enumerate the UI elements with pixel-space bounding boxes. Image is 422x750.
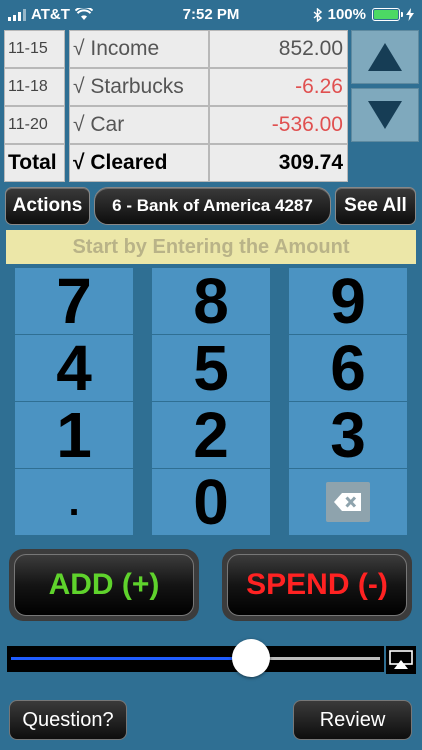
transactions-table: 11-15 √ Income 852.00 11-18 √ Starbucks … [4,30,348,182]
review-button[interactable]: Review [293,700,412,740]
slider-thumb[interactable] [231,639,270,677]
battery-percent: 100% [327,6,366,23]
volume-slider[interactable] [7,646,384,672]
transaction-description: √ Income [69,30,209,68]
status-bar: AT&T 7:52 PM 100% [0,0,422,30]
spend-button-label: SPEND (-) [227,554,407,616]
total-row: Total √ Cleared 309.74 [4,144,348,182]
key-2[interactable]: 2 [152,402,270,468]
total-label: Total [4,144,65,182]
add-button[interactable]: ADD (+) [9,549,199,621]
key-decimal[interactable]: . [15,469,133,535]
key-8[interactable]: 8 [152,268,270,334]
slider-track-filled [11,657,251,660]
arrow-up-icon [368,43,402,71]
total-description: √ Cleared [69,144,209,182]
transaction-row[interactable]: 11-15 √ Income 852.00 [4,30,348,68]
key-6[interactable]: 6 [289,335,407,401]
see-all-button[interactable]: See All [335,187,416,225]
transaction-description: √ Starbucks [69,68,209,106]
keypad: 7 8 9 4 5 6 1 2 3 . 0 [15,268,407,536]
transaction-date: 11-18 [4,68,65,106]
transaction-date: 11-15 [4,30,65,68]
airplay-icon [389,650,413,669]
question-button[interactable]: Question? [9,700,127,740]
slider-track-empty [250,657,380,660]
amount-prompt: Start by Entering the Amount [6,230,416,264]
transaction-amount: -6.26 [209,68,348,106]
key-7[interactable]: 7 [15,268,133,334]
charging-icon [406,8,414,21]
account-selector-button[interactable]: 6 - Bank of America 4287 [94,187,331,225]
transaction-amount: 852.00 [209,30,348,68]
airplay-button[interactable] [386,646,416,674]
transaction-row[interactable]: 11-20 √ Car -536.00 [4,106,348,144]
transaction-amount: -536.00 [209,106,348,144]
key-0[interactable]: 0 [152,469,270,535]
total-amount: 309.74 [209,144,348,182]
battery-icon [372,8,403,21]
key-backspace[interactable] [289,469,407,535]
transaction-description: √ Car [69,106,209,144]
transaction-date: 11-20 [4,106,65,144]
key-1[interactable]: 1 [15,402,133,468]
spend-button[interactable]: SPEND (-) [222,549,412,621]
scroll-down-button[interactable] [351,88,419,142]
key-3[interactable]: 3 [289,402,407,468]
backspace-icon [326,482,370,522]
key-4[interactable]: 4 [15,335,133,401]
scroll-up-button[interactable] [351,30,419,84]
arrow-down-icon [368,101,402,129]
add-button-label: ADD (+) [14,554,194,616]
transaction-row[interactable]: 11-18 √ Starbucks -6.26 [4,68,348,106]
bluetooth-icon [313,7,322,22]
actions-button[interactable]: Actions [5,187,90,225]
key-9[interactable]: 9 [289,268,407,334]
key-5[interactable]: 5 [152,335,270,401]
status-right: 100% [313,6,414,23]
